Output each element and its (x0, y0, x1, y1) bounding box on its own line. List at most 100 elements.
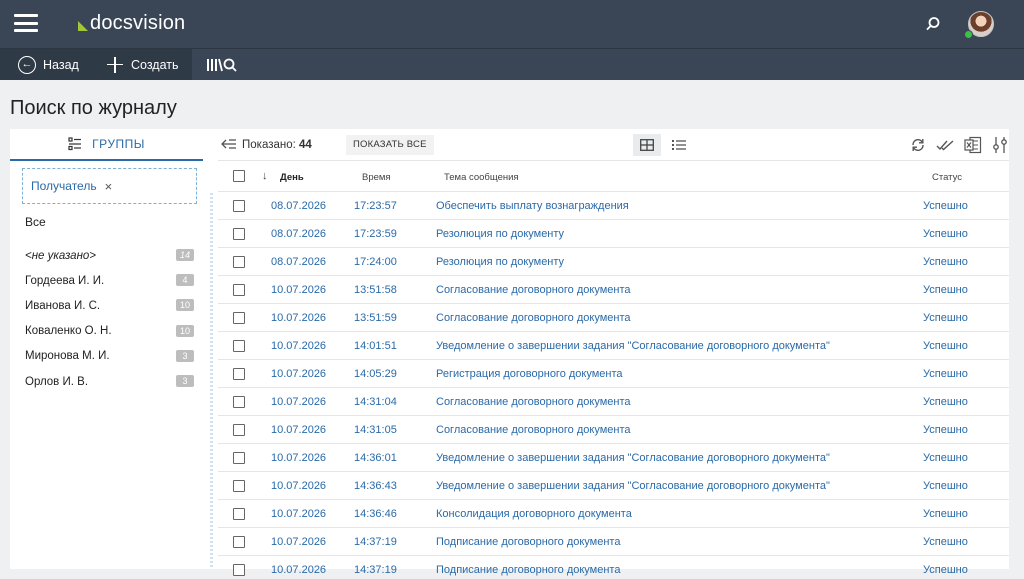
select-all-checkbox[interactable] (233, 170, 245, 182)
table-row[interactable]: 10.07.2026 14:36:01 Уведомление о завершен… (218, 444, 1009, 472)
status-cell[interactable]: Успешно (923, 368, 968, 380)
row-checkbox[interactable] (233, 396, 245, 408)
time-cell[interactable]: 17:23:57 (354, 200, 397, 212)
row-checkbox[interactable] (233, 340, 245, 352)
time-cell[interactable]: 17:24:00 (354, 256, 397, 268)
day-cell[interactable]: 10.07.2026 (271, 284, 326, 296)
time-cell[interactable]: 14:01:51 (354, 340, 397, 352)
day-cell[interactable]: 10.07.2026 (271, 368, 326, 380)
subject-cell[interactable]: Уведомление о завершении задания "Соглас… (436, 452, 830, 464)
row-checkbox[interactable] (233, 536, 245, 548)
day-cell[interactable]: 10.07.2026 (271, 312, 326, 324)
subject-cell[interactable]: Резолюция по документу (436, 228, 564, 240)
column-header-subject[interactable]: Тема сообщения (444, 172, 519, 183)
time-cell[interactable]: 14:36:46 (354, 508, 397, 520)
back-button[interactable]: ← Назад (0, 49, 92, 80)
sidebar-item-all[interactable]: Все (25, 215, 46, 229)
time-cell[interactable]: 14:31:05 (354, 424, 397, 436)
status-cell[interactable]: Успешно (923, 536, 968, 548)
column-header-time[interactable]: Время (362, 172, 391, 183)
row-checkbox[interactable] (233, 200, 245, 212)
status-cell[interactable]: Успешно (923, 256, 968, 268)
time-cell[interactable]: 14:36:01 (354, 452, 397, 464)
table-row[interactable]: 10.07.2026 14:01:51 Уведомление о завершен… (218, 332, 1009, 360)
row-checkbox[interactable] (233, 508, 245, 520)
status-cell[interactable]: Успешно (923, 228, 968, 240)
subject-cell[interactable]: Уведомление о завершении задания "Соглас… (436, 340, 830, 352)
table-row[interactable]: 10.07.2026 14:37:19 Подписание договорного… (218, 528, 1009, 556)
subject-cell[interactable]: Уведомление о завершении задания "Соглас… (436, 480, 830, 492)
row-checkbox[interactable] (233, 564, 245, 576)
day-cell[interactable]: 10.07.2026 (271, 452, 326, 464)
table-row[interactable]: 10.07.2026 14:31:04 Согласование договорно… (218, 388, 1009, 416)
table-row[interactable]: 10.07.2026 14:36:43 Уведомление о завершен… (218, 472, 1009, 500)
row-checkbox[interactable] (233, 480, 245, 492)
column-header-day[interactable]: День (280, 172, 304, 183)
subject-cell[interactable]: Резолюция по документу (436, 256, 564, 268)
recipient-filter-chip[interactable]: Получатель × (22, 168, 197, 204)
day-cell[interactable]: 08.07.2026 (271, 228, 326, 240)
table-row[interactable]: 10.07.2026 14:31:05 Согласование договорно… (218, 416, 1009, 444)
day-cell[interactable]: 10.07.2026 (271, 564, 326, 576)
table-row[interactable]: 10.07.2026 13:51:58 Согласование договорно… (218, 276, 1009, 304)
menu-icon[interactable] (14, 14, 38, 32)
status-cell[interactable]: Успешно (923, 424, 968, 436)
table-row[interactable]: 08.07.2026 17:23:59 Резолюция по документу… (218, 220, 1009, 248)
row-checkbox[interactable] (233, 312, 245, 324)
tab-groups[interactable]: ГРУППЫ (10, 129, 203, 161)
day-cell[interactable]: 10.07.2026 (271, 480, 326, 492)
day-cell[interactable]: 08.07.2026 (271, 200, 326, 212)
row-checkbox[interactable] (233, 228, 245, 240)
logo[interactable]: docsvision (78, 11, 185, 35)
show-all-button[interactable]: ПОКАЗАТЬ ВСЕ (346, 135, 434, 155)
table-row[interactable]: 10.07.2026 14:37:19 Подписание договорного… (218, 556, 1009, 579)
time-cell[interactable]: 14:05:29 (354, 368, 397, 380)
time-cell[interactable]: 14:36:43 (354, 480, 397, 492)
status-cell[interactable]: Успешно (923, 480, 968, 492)
sidebar-item[interactable]: Коваленко О. Н. 10 (10, 319, 203, 344)
status-cell[interactable]: Успешно (923, 396, 968, 408)
status-cell[interactable]: Успешно (923, 452, 968, 464)
settings-sliders-icon[interactable] (991, 136, 1009, 154)
sidebar-item[interactable]: <не указано> 14 (10, 243, 203, 268)
subject-cell[interactable]: Согласование договорного документа (436, 396, 631, 408)
row-checkbox[interactable] (233, 424, 245, 436)
search-icon[interactable] (924, 15, 942, 33)
day-cell[interactable]: 10.07.2026 (271, 424, 326, 436)
status-cell[interactable]: Успешно (923, 508, 968, 520)
status-cell[interactable]: Успешно (923, 564, 968, 576)
day-cell[interactable]: 10.07.2026 (271, 508, 326, 520)
excel-export-icon[interactable] (964, 136, 982, 154)
sidebar-item[interactable]: Миронова М. И. 3 (10, 344, 203, 369)
time-cell[interactable]: 17:23:59 (354, 228, 397, 240)
sort-desc-icon[interactable]: ↓ (262, 170, 268, 182)
table-row[interactable]: 10.07.2026 14:36:46 Консолидация договорно… (218, 500, 1009, 528)
create-button[interactable]: Создать (92, 49, 192, 80)
subject-cell[interactable]: Консолидация договорного документа (436, 508, 632, 520)
status-cell[interactable]: Успешно (923, 312, 968, 324)
time-cell[interactable]: 13:51:58 (354, 284, 397, 296)
table-view-button[interactable] (633, 134, 661, 156)
status-cell[interactable]: Успешно (923, 340, 968, 352)
close-icon[interactable]: × (105, 179, 113, 194)
time-cell[interactable]: 14:37:19 (354, 536, 397, 548)
panel-resize-handle[interactable] (210, 193, 213, 569)
subject-cell[interactable]: Подписание договорного документа (436, 536, 620, 548)
subject-cell[interactable]: Регистрация договорного документа (436, 368, 623, 380)
day-cell[interactable]: 10.07.2026 (271, 340, 326, 352)
table-row[interactable]: 08.07.2026 17:24:00 Резолюция по документу… (218, 248, 1009, 276)
row-checkbox[interactable] (233, 368, 245, 380)
double-check-icon[interactable] (936, 136, 954, 154)
subject-cell[interactable]: Согласование договорного документа (436, 284, 631, 296)
sidebar-item[interactable]: Орлов И. В. 3 (10, 369, 203, 394)
status-cell[interactable]: Успешно (923, 284, 968, 296)
column-header-status[interactable]: Статус (932, 172, 962, 183)
table-row[interactable]: 10.07.2026 14:05:29 Регистрация договорног… (218, 360, 1009, 388)
table-row[interactable]: 08.07.2026 17:23:57 Обеспечить выплату воз… (218, 192, 1009, 220)
subject-cell[interactable]: Обеспечить выплату вознаграждения (436, 200, 629, 212)
list-view-button[interactable] (667, 134, 691, 156)
row-checkbox[interactable] (233, 256, 245, 268)
refresh-icon[interactable] (909, 136, 927, 154)
table-row[interactable]: 10.07.2026 13:51:59 Согласование договорно… (218, 304, 1009, 332)
time-cell[interactable]: 13:51:59 (354, 312, 397, 324)
